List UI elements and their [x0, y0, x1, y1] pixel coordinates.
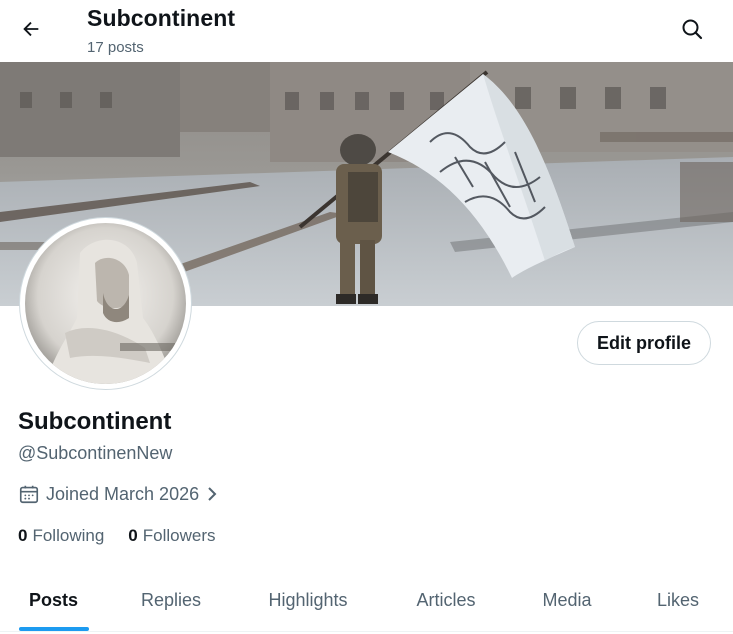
tab-media[interactable]: Media	[511, 568, 623, 632]
edit-profile-button[interactable]: Edit profile	[577, 321, 711, 365]
tab-likes[interactable]: Likes	[623, 568, 733, 632]
tab-label: Highlights	[268, 589, 348, 610]
profile-tabs: Posts Replies Highlights Articles Media …	[0, 568, 733, 632]
following-label: Following	[32, 526, 105, 545]
followers-count: 0	[128, 526, 138, 545]
tab-label: Replies	[140, 589, 202, 610]
joined-label: Joined March 2026	[46, 483, 200, 504]
search-icon	[682, 19, 703, 40]
tab-posts[interactable]: Posts	[0, 568, 107, 632]
follow-stats: 0 Following 0 Followers	[18, 526, 240, 546]
following-count: 0	[18, 526, 28, 545]
search-button[interactable]	[675, 12, 709, 46]
user-handle: @SubcontinenNew	[18, 443, 173, 463]
top-bar: Subcontinent 17 posts	[0, 0, 733, 62]
following-link[interactable]: 0 Following	[18, 526, 104, 546]
header-title: Subcontinent	[87, 5, 236, 31]
tab-label: Articles	[416, 589, 476, 610]
display-name: Subcontinent	[18, 408, 172, 435]
tab-articles[interactable]: Articles	[381, 568, 511, 632]
followers-label: Followers	[142, 526, 216, 545]
tab-label: Media	[542, 589, 592, 610]
joined-date[interactable]: Joined March 2026	[18, 483, 219, 505]
followers-link[interactable]: 0 Followers	[128, 526, 215, 546]
avatar-image	[25, 223, 186, 384]
active-tab-indicator	[18, 627, 89, 631]
tab-label: Likes	[656, 589, 700, 610]
arrow-left-icon	[23, 21, 39, 37]
chevron-right-icon	[205, 485, 219, 503]
tab-highlights[interactable]: Highlights	[235, 568, 381, 632]
post-count: 17 posts	[87, 39, 144, 56]
profile-avatar[interactable]	[19, 217, 192, 390]
calendar-icon	[18, 483, 40, 505]
tab-replies[interactable]: Replies	[107, 568, 235, 632]
back-button[interactable]	[14, 12, 48, 46]
tab-label: Posts	[28, 589, 79, 610]
